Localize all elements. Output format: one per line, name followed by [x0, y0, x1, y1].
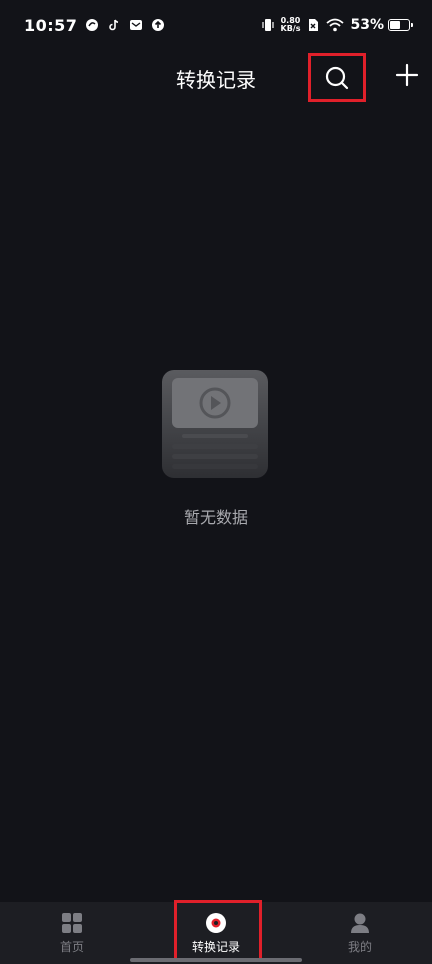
- mail-icon: [130, 20, 143, 30]
- status-bar: 10:57 0.80 KB/s 53%: [0, 0, 432, 50]
- add-button[interactable]: [392, 60, 422, 90]
- bottom-navigation: 首页 转换记录 我的: [0, 902, 432, 964]
- empty-state-illustration: [162, 370, 268, 478]
- nav-item-records[interactable]: 转换记录: [144, 902, 288, 964]
- page-title: 转换记录: [176, 68, 256, 92]
- search-button[interactable]: [308, 53, 366, 102]
- top-bar: 转换记录: [0, 50, 432, 106]
- battery-percent: 53%: [350, 17, 384, 33]
- nav-label-records: 转换记录: [191, 939, 240, 954]
- vibrate-icon: [261, 19, 274, 31]
- nav-item-home[interactable]: 首页: [0, 902, 144, 964]
- status-right: 0.80 KB/s 53%: [261, 17, 413, 33]
- search-icon: [325, 66, 349, 89]
- status-time: 10:57: [24, 15, 78, 35]
- record-icon: [206, 912, 226, 933]
- wifi-icon: [326, 18, 345, 32]
- nav-item-profile[interactable]: 我的: [288, 902, 432, 964]
- person-icon: [351, 913, 369, 933]
- status-left: 10:57: [24, 16, 165, 35]
- battery-fill: [390, 21, 400, 29]
- battery-icon: [388, 19, 413, 31]
- home-indicator[interactable]: [130, 958, 302, 962]
- tiktok-icon: [109, 19, 119, 31]
- network-speed-unit: KB/s: [280, 24, 301, 33]
- upload-icon: [152, 19, 165, 31]
- app-notification-icon: [86, 19, 99, 31]
- plus-icon: [395, 63, 419, 87]
- grid-icon: [62, 912, 82, 933]
- empty-state-message: 暂无数据: [183, 508, 248, 527]
- battery: 53%: [350, 17, 413, 33]
- network-speed: 0.80 KB/s: [281, 17, 301, 33]
- nav-label-home: 首页: [59, 939, 84, 954]
- no-sim-icon: [309, 19, 319, 31]
- nav-label-profile: 我的: [347, 939, 372, 954]
